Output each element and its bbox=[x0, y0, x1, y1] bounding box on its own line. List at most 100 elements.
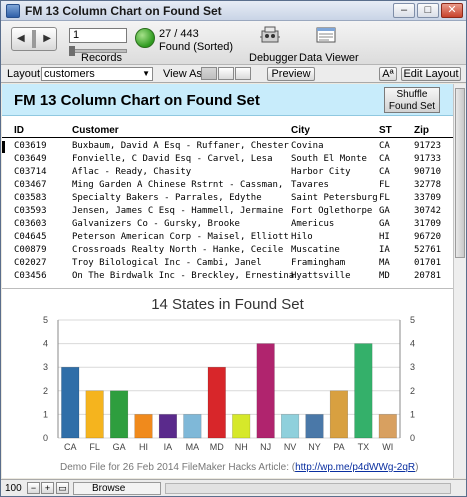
table-row[interactable]: C03583 Specialty Bakers - Parrales, Edyth… bbox=[2, 193, 453, 205]
zoom-in-button[interactable]: + bbox=[41, 482, 54, 494]
edit-layout-button[interactable]: Edit Layout bbox=[401, 67, 461, 81]
table-row[interactable]: C03649 Fonvielle, C David Esq - Carvel, L… bbox=[2, 154, 453, 166]
table-row[interactable]: C03456 On The Birdwalk Inc - Breckley, Er… bbox=[2, 271, 453, 283]
cell-zip[interactable]: 91733 bbox=[414, 154, 441, 164]
layout-select[interactable]: customers ▼ bbox=[41, 67, 153, 81]
cell-city[interactable]: Saint Petersburg bbox=[291, 193, 378, 203]
cell-city[interactable]: Tavares bbox=[291, 180, 329, 190]
cell-city[interactable]: South El Monte bbox=[291, 154, 367, 164]
cell-zip[interactable]: 52761 bbox=[414, 245, 441, 255]
cell-id[interactable]: C03714 bbox=[14, 167, 47, 177]
cell-customer[interactable]: Buxbaum, David A Esq - Ruffaner, Chester bbox=[72, 141, 289, 151]
cell-state[interactable]: IA bbox=[379, 245, 390, 255]
close-button[interactable]: ✕ bbox=[441, 3, 463, 18]
current-record-input[interactable]: 1 bbox=[69, 28, 127, 43]
previous-record-arrow-icon[interactable]: ◀ bbox=[17, 33, 25, 44]
column-header-customer[interactable]: Customer bbox=[72, 125, 119, 136]
data-viewer-icon[interactable] bbox=[315, 25, 337, 45]
cell-customer[interactable]: Fonvielle, C David Esq - Carvel, Lesa bbox=[72, 154, 272, 164]
cell-customer[interactable]: Specialty Bakers - Parrales, Edythe bbox=[72, 193, 262, 203]
cell-id[interactable]: C03456 bbox=[14, 271, 47, 281]
cell-id[interactable]: C02027 bbox=[14, 258, 47, 268]
cell-state[interactable]: CA bbox=[379, 141, 390, 151]
cell-city[interactable]: Muscatine bbox=[291, 245, 340, 255]
cell-customer[interactable]: Galvanizers Co - Gursky, Brooke bbox=[72, 219, 240, 229]
cell-customer[interactable]: Aflac - Ready, Chasity bbox=[72, 167, 191, 177]
cell-state[interactable]: MA bbox=[379, 258, 390, 268]
horizontal-scrollbar[interactable] bbox=[165, 483, 451, 494]
minimize-button[interactable]: – bbox=[393, 3, 415, 18]
cell-city[interactable]: Hilo bbox=[291, 232, 313, 242]
cell-id[interactable]: C04645 bbox=[14, 232, 47, 242]
cell-city[interactable]: Framingham bbox=[291, 258, 345, 268]
table-row[interactable]: C03603 Galvanizers Co - Gursky, Brooke Ame… bbox=[2, 219, 453, 231]
cell-state[interactable]: CA bbox=[379, 154, 390, 164]
cell-zip[interactable]: 33709 bbox=[414, 193, 441, 203]
cell-state[interactable]: FL bbox=[379, 193, 390, 203]
cell-id[interactable]: C03593 bbox=[14, 206, 47, 216]
column-header-id[interactable]: ID bbox=[14, 125, 24, 136]
cell-id[interactable]: C03603 bbox=[14, 219, 47, 229]
maximize-button[interactable]: □ bbox=[417, 3, 439, 18]
cell-zip[interactable]: 31709 bbox=[414, 219, 441, 229]
cell-city[interactable]: Covina bbox=[291, 141, 324, 151]
cell-zip[interactable]: 20781 bbox=[414, 271, 441, 281]
book-navigation-icon[interactable]: ◀ ▶ bbox=[11, 27, 57, 51]
table-row[interactable]: C03714 Aflac - Ready, Chasity Harbor City C… bbox=[2, 167, 453, 179]
data-viewer-label[interactable]: Data Viewer bbox=[299, 52, 359, 64]
cell-state[interactable]: GA bbox=[379, 206, 390, 216]
table-row[interactable]: C04645 Peterson American Corp - Maisel, E… bbox=[2, 232, 453, 244]
cell-customer[interactable]: Crossroads Realty North - Hanke, Cecile bbox=[72, 245, 283, 255]
cell-id[interactable]: C03467 bbox=[14, 180, 47, 190]
view-as-form-button[interactable] bbox=[201, 67, 217, 80]
debugger-label[interactable]: Debugger bbox=[249, 52, 297, 64]
cell-zip[interactable]: 90710 bbox=[414, 167, 441, 177]
vertical-scrollbar[interactable] bbox=[453, 84, 466, 478]
table-row[interactable]: C03593 Jensen, James C Esq - Hammell, Jer… bbox=[2, 206, 453, 218]
cell-zip[interactable]: 96720 bbox=[414, 232, 441, 242]
preview-button[interactable]: Preview bbox=[267, 67, 315, 81]
cell-city[interactable]: Hyattsville bbox=[291, 271, 351, 281]
next-record-arrow-icon[interactable]: ▶ bbox=[43, 33, 51, 44]
cell-id[interactable]: C00879 bbox=[14, 245, 47, 255]
toggle-status-toolbar-button[interactable]: ▭ bbox=[56, 482, 69, 494]
cell-zip[interactable]: 91723 bbox=[414, 141, 441, 151]
zoom-out-button[interactable]: − bbox=[27, 482, 40, 494]
cell-zip[interactable]: 01701 bbox=[414, 258, 441, 268]
cell-state[interactable]: FL bbox=[379, 180, 390, 190]
cell-customer[interactable]: Troy Bilological Inc - Cambi, Janel bbox=[72, 258, 262, 268]
font-size-button[interactable]: Aª bbox=[379, 67, 397, 81]
cell-id[interactable]: C03619 bbox=[14, 141, 47, 151]
cell-city[interactable]: Harbor City bbox=[291, 167, 351, 177]
record-slider-thumb[interactable] bbox=[69, 46, 75, 56]
cell-zip[interactable]: 30742 bbox=[414, 206, 441, 216]
article-link[interactable]: http://wp.me/p4dWWg-2qR bbox=[295, 462, 415, 473]
shuffle-found-set-button[interactable]: Shuffle Found Set bbox=[384, 87, 440, 113]
vertical-scrollbar-thumb[interactable] bbox=[455, 88, 465, 258]
cell-state[interactable]: HI bbox=[379, 232, 390, 242]
cell-customer[interactable]: Jensen, James C Esq - Hammell, Jermaine bbox=[72, 206, 283, 216]
cell-city[interactable]: Americus bbox=[291, 219, 334, 229]
column-header-city[interactable]: City bbox=[291, 125, 310, 136]
found-set-pie-icon[interactable] bbox=[135, 28, 155, 48]
column-header-state[interactable]: ST bbox=[379, 125, 392, 136]
title-bar[interactable]: FM 13 Column Chart on Found Set – □ ✕ bbox=[1, 1, 466, 21]
cell-customer[interactable]: Peterson American Corp - Maisel, Elliott bbox=[72, 232, 289, 242]
debugger-icon[interactable] bbox=[259, 25, 281, 45]
cell-customer[interactable]: On The Birdwalk Inc - Breckley, Ernestin… bbox=[72, 271, 294, 281]
cell-customer[interactable]: Ming Garden A Chinese Rstrnt - Cassman, bbox=[72, 180, 283, 190]
view-as-table-button[interactable] bbox=[235, 67, 251, 80]
column-header-zip[interactable]: Zip bbox=[414, 125, 429, 136]
table-row[interactable]: C03467 Ming Garden A Chinese Rstrnt - Cas… bbox=[2, 180, 453, 192]
view-as-list-button[interactable] bbox=[218, 67, 234, 80]
table-row[interactable]: C02027 Troy Bilological Inc - Cambi, Jane… bbox=[2, 258, 453, 270]
cell-state[interactable]: MD bbox=[379, 271, 390, 281]
cell-state[interactable]: CA bbox=[379, 167, 390, 177]
table-row[interactable]: C00879 Crossroads Realty North - Hanke, C… bbox=[2, 245, 453, 257]
zoom-level[interactable]: 100 bbox=[5, 483, 22, 494]
cell-id[interactable]: C03649 bbox=[14, 154, 47, 164]
cell-zip[interactable]: 32778 bbox=[414, 180, 441, 190]
cell-state[interactable]: GA bbox=[379, 219, 390, 229]
cell-city[interactable]: Fort Oglethorpe bbox=[291, 206, 372, 216]
cell-id[interactable]: C03583 bbox=[14, 193, 47, 203]
